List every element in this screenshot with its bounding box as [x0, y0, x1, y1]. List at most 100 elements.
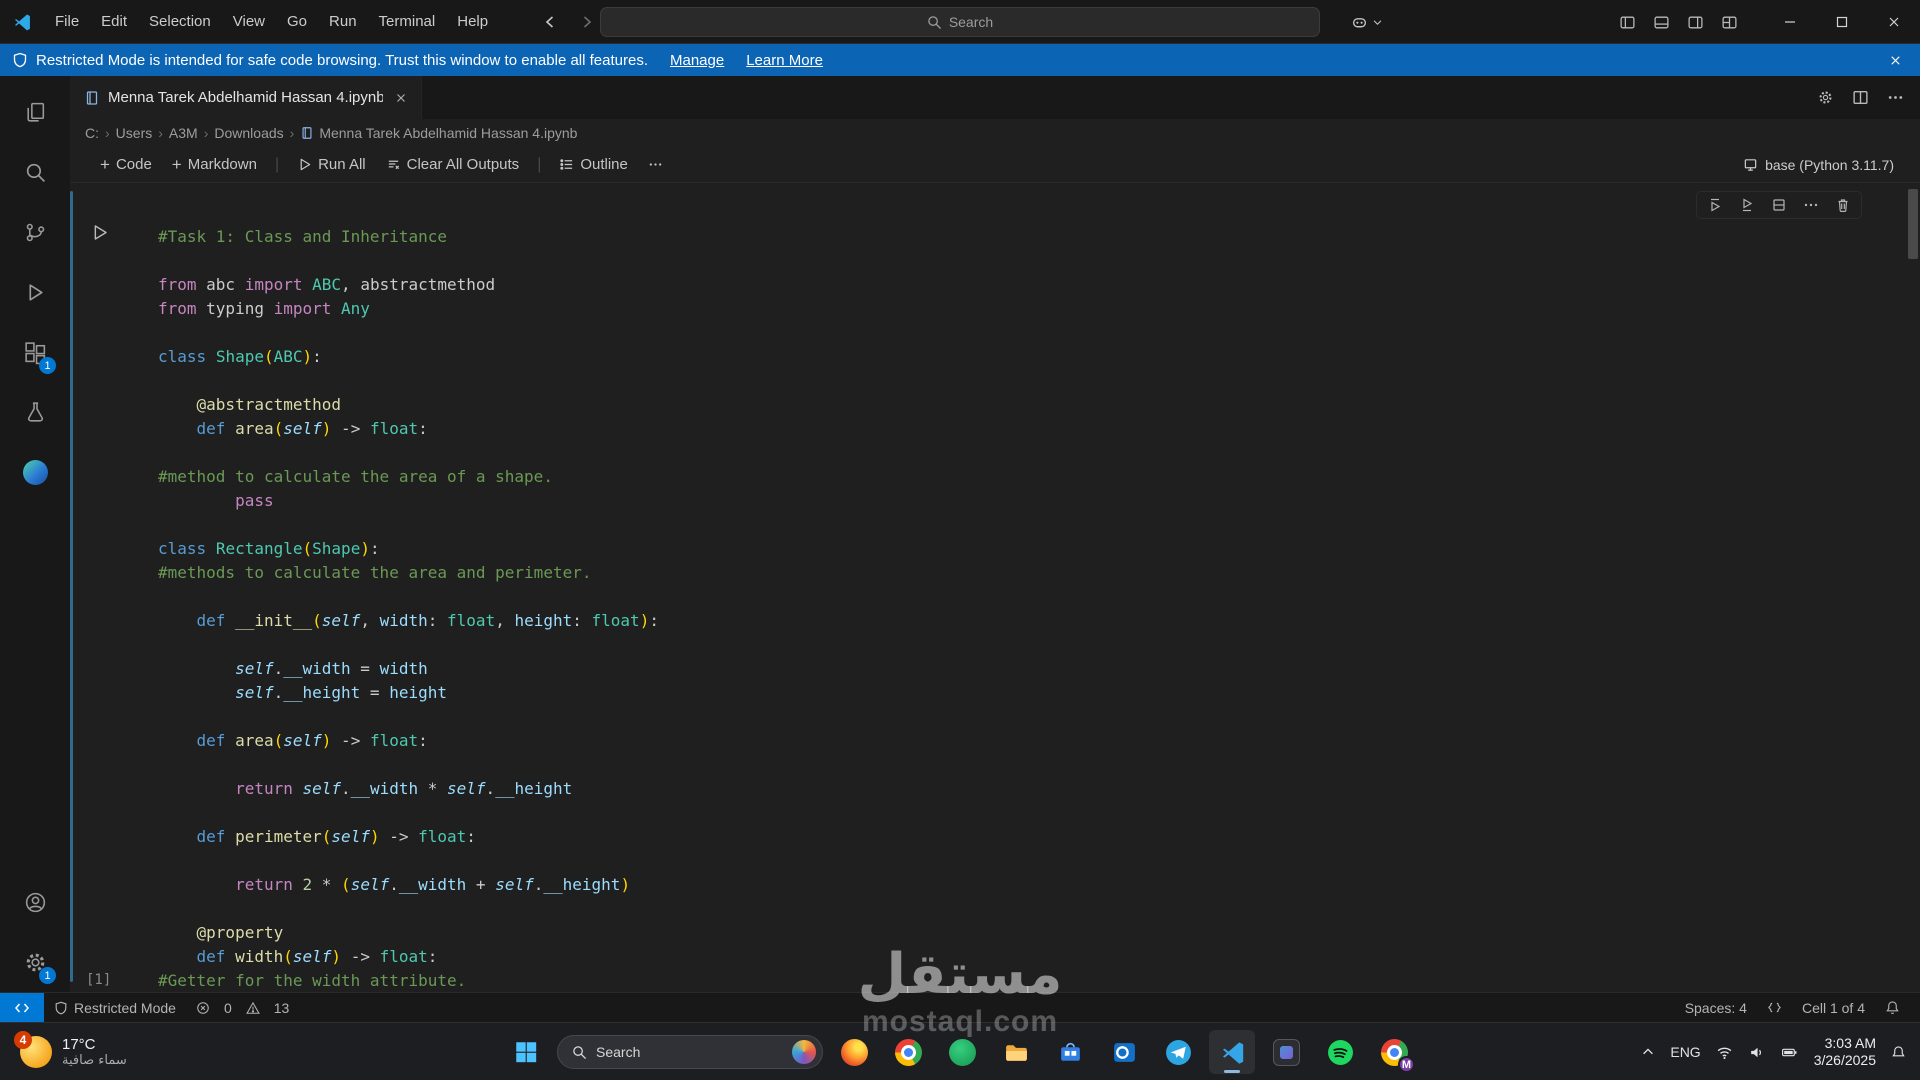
code-line[interactable] [158, 321, 1850, 345]
code-line[interactable]: pass [158, 489, 1850, 513]
breadcrumb-item[interactable]: C: [82, 125, 102, 141]
green-app-icon[interactable] [939, 1030, 985, 1074]
store-icon[interactable] [1047, 1030, 1093, 1074]
remote-indicator[interactable] [0, 993, 44, 1022]
code-line[interactable]: from typing import Any [158, 297, 1850, 321]
code-line[interactable] [158, 513, 1850, 537]
firefox-icon[interactable] [831, 1030, 877, 1074]
code-area[interactable]: #Task 1: Class and Inheritance from abc … [158, 225, 1850, 992]
weather-widget[interactable]: 4 17°C سماء صافية [12, 1023, 135, 1080]
menu-terminal[interactable]: Terminal [368, 7, 447, 37]
code-line[interactable]: def area(self) -> float: [158, 729, 1850, 753]
spotify-icon[interactable] [1317, 1030, 1363, 1074]
tab-notebook[interactable]: Menna Tarek Abdelhamid Hassan 4.ipynb [70, 76, 422, 119]
forward-button[interactable] [572, 8, 602, 36]
language-indicator[interactable]: ENG [1670, 1044, 1700, 1060]
split-cell-icon[interactable] [1771, 197, 1787, 213]
manage-link[interactable]: Manage [670, 52, 724, 69]
volume-icon[interactable] [1748, 1044, 1765, 1061]
settings-gear-icon[interactable]: 1 [0, 932, 70, 992]
code-line[interactable]: self.__width = width [158, 657, 1850, 681]
dark-app-icon[interactable] [1263, 1030, 1309, 1074]
edge-browser-icon[interactable] [0, 442, 70, 502]
code-line[interactable] [158, 705, 1850, 729]
testing-icon[interactable] [0, 382, 70, 442]
code-line[interactable]: def __init__(self, width: float, height:… [158, 609, 1850, 633]
keyboard-status-icon[interactable] [1757, 993, 1792, 1022]
file-explorer-icon[interactable] [993, 1030, 1039, 1074]
code-line[interactable]: class Shape(ABC): [158, 345, 1850, 369]
cell-position-status[interactable]: Cell 1 of 4 [1792, 993, 1875, 1022]
code-line[interactable]: from abc import ABC, abstractmethod [158, 273, 1850, 297]
tray-chevron-up-icon[interactable] [1641, 1045, 1655, 1059]
execute-below-icon[interactable] [1739, 197, 1755, 213]
menu-run[interactable]: Run [318, 7, 368, 37]
code-line[interactable]: self.__height = height [158, 681, 1850, 705]
run-cell-button[interactable] [90, 223, 109, 242]
learn-more-link[interactable]: Learn More [746, 52, 823, 69]
run-debug-icon[interactable] [0, 262, 70, 322]
menu-file[interactable]: File [44, 7, 90, 37]
notifications-bell-icon[interactable] [1875, 993, 1910, 1022]
titlebar-search[interactable]: Search [600, 7, 1320, 37]
code-line[interactable]: #methods to calculate the area and perim… [158, 561, 1850, 585]
outlook-icon[interactable] [1101, 1030, 1147, 1074]
vscode-taskbar-icon[interactable] [1209, 1030, 1255, 1074]
extensions-icon[interactable]: 1 [0, 322, 70, 382]
breadcrumb-item[interactable]: Downloads [211, 125, 286, 141]
source-control-icon[interactable] [0, 202, 70, 262]
back-button[interactable] [535, 8, 565, 36]
problems-status[interactable]: 0 13 [186, 993, 307, 1022]
maximize-button[interactable] [1816, 0, 1868, 44]
delete-cell-icon[interactable] [1835, 197, 1851, 213]
add-markdown-cell-button[interactable]: + Markdown [164, 152, 265, 177]
battery-icon[interactable] [1780, 1044, 1799, 1061]
copilot-menu[interactable] [1345, 8, 1389, 36]
more-actions-icon[interactable] [1887, 89, 1904, 106]
chrome-icon[interactable] [885, 1030, 931, 1074]
customize-layout-icon[interactable] [1721, 14, 1738, 31]
outline-button[interactable]: Outline [551, 152, 636, 177]
clock-widget[interactable]: 3:03 AM 3/26/2025 [1814, 1035, 1876, 1070]
code-line[interactable]: #Task 1: Class and Inheritance [158, 225, 1850, 249]
code-line[interactable] [158, 849, 1850, 873]
tray-notifications-icon[interactable] [1891, 1045, 1906, 1060]
code-line[interactable] [158, 753, 1850, 777]
banner-close-icon[interactable] [1882, 47, 1908, 73]
kernel-picker[interactable]: base (Python 3.11.7) [1735, 153, 1902, 177]
code-line[interactable] [158, 801, 1850, 825]
code-line[interactable]: @property [158, 921, 1850, 945]
menu-help[interactable]: Help [446, 7, 499, 37]
code-line[interactable] [158, 633, 1850, 657]
code-line[interactable]: @abstractmethod [158, 393, 1850, 417]
toolbar-more-actions-icon[interactable] [640, 153, 671, 176]
code-line[interactable]: return 2 * (self.__width + self.__height… [158, 873, 1850, 897]
start-button[interactable] [503, 1030, 549, 1074]
more-actions-icon[interactable] [1803, 197, 1819, 213]
toggle-sidebar-icon[interactable] [1619, 14, 1636, 31]
code-line[interactable]: def width(self) -> float: [158, 945, 1850, 969]
telegram-icon[interactable] [1155, 1030, 1201, 1074]
code-line[interactable]: #Getter for the width attribute. [158, 969, 1850, 992]
code-line[interactable]: def perimeter(self) -> float: [158, 825, 1850, 849]
search-sidebar-icon[interactable] [0, 142, 70, 202]
accounts-icon[interactable] [0, 872, 70, 932]
run-all-button[interactable]: Run All [289, 152, 374, 177]
split-editor-icon[interactable] [1852, 89, 1869, 106]
tab-close-icon[interactable] [391, 88, 411, 108]
code-line[interactable]: def area(self) -> float: [158, 417, 1850, 441]
execute-above-icon[interactable] [1707, 197, 1723, 213]
explorer-icon[interactable] [0, 82, 70, 142]
taskbar-search[interactable]: Search [557, 1035, 823, 1069]
code-line[interactable] [158, 369, 1850, 393]
notebook-settings-icon[interactable] [1817, 89, 1834, 106]
breadcrumb-item[interactable]: Menna Tarek Abdelhamid Hassan 4.ipynb [297, 125, 580, 141]
wifi-icon[interactable] [1716, 1044, 1733, 1061]
code-line[interactable] [158, 897, 1850, 921]
menu-edit[interactable]: Edit [90, 7, 138, 37]
code-line[interactable] [158, 249, 1850, 273]
code-line[interactable]: #method to calculate the area of a shape… [158, 465, 1850, 489]
restricted-mode-status[interactable]: Restricted Mode [44, 993, 186, 1022]
clear-all-outputs-button[interactable]: Clear All Outputs [378, 152, 528, 177]
code-line[interactable]: return self.__width * self.__height [158, 777, 1850, 801]
